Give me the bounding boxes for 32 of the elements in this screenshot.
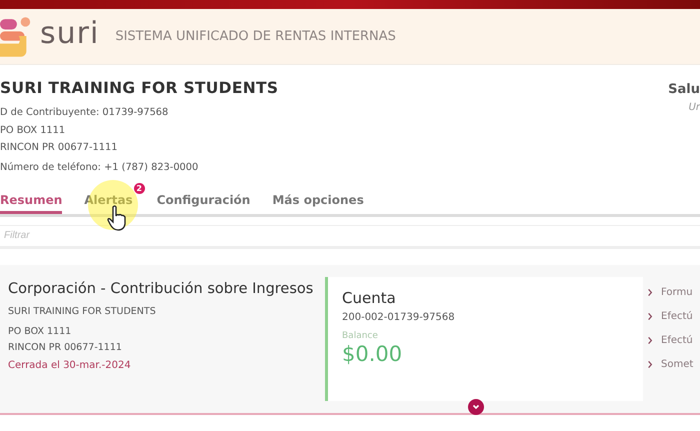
filter-field[interactable]: Filtrar [0,224,700,248]
account-number: 200-002-01739-97568 [342,312,456,322]
account-detail: SURI TRAINING FOR STUDENTS [8,304,157,318]
chevron-right-icon [647,312,653,321]
account-detail: RINCON PR 00677-1111 [8,340,123,354]
action-link[interactable]: Somet [643,352,694,376]
action-link[interactable]: Formu [643,280,694,304]
taxpayer-detail: PO BOX 1111 [0,124,66,138]
brand-name: suri [40,16,100,51]
chevron-right-icon [647,288,653,297]
account-status: Cerrada el 30-mar.-2024 [8,360,132,370]
taxpayer-detail: RINCON PR 00677-1111 [0,141,118,155]
balance-amount: $0.00 [342,342,404,366]
account-detail: PO BOX 1111 [8,324,72,338]
logo-icon [0,14,32,58]
chevron-right-icon [647,336,653,345]
tab[interactable]: Más opciones [272,188,364,214]
taxpayer-detail: Número de teléfono: +1 (787) 823-0000 [0,160,200,174]
action-link[interactable]: Efectú [643,304,694,328]
taxpayer-detail: D de Contribuyente: 01739-97568 [0,106,170,120]
chevron-right-icon [647,360,653,369]
tab[interactable]: Resumen [0,188,62,214]
alert-badge: 2 [134,183,145,194]
greeting-title: Salu [668,82,700,97]
tab[interactable]: Configuración [156,188,250,214]
balance-label: Balance [342,330,379,340]
brand-subtitle: SISTEMA UNIFICADO DE RENTAS INTERNAS [115,29,396,44]
account-title: Corporación - Contribución sobre Ingresos [8,280,314,298]
card-title: Cuenta [342,288,397,306]
action-link[interactable]: Efectú [643,328,694,352]
expand-button[interactable] [468,398,484,414]
taxpayer-name: SURI TRAINING FOR STUDENTS [0,79,278,97]
